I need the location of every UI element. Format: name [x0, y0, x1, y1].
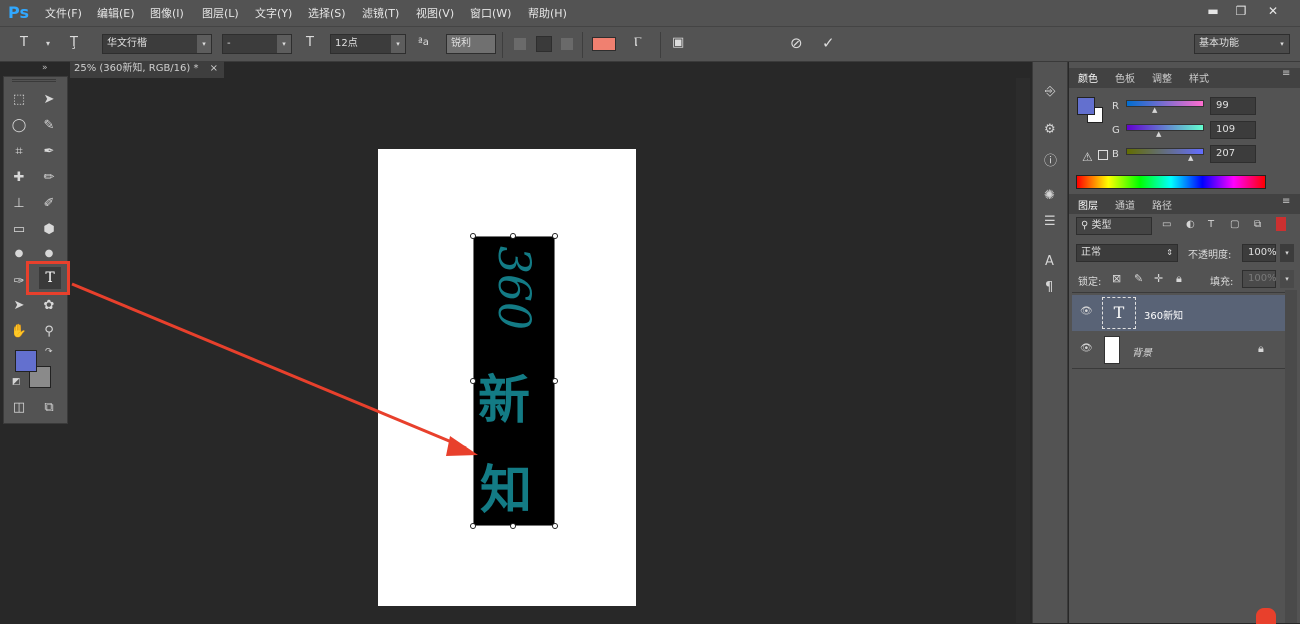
eye-visibility-icon[interactable]: 👁︎ — [1080, 343, 1093, 354]
lock-position-icon[interactable]: ✛ — [1154, 272, 1163, 285]
lock-transparent-icon[interactable]: ⊠ — [1112, 272, 1121, 285]
search-icon: ⚲ — [1081, 220, 1092, 231]
filter-pixel-icon[interactable]: ▭ — [1162, 219, 1171, 230]
layers-panel-tabbar — [1069, 194, 1300, 214]
slider-thumb[interactable]: ▲ — [1152, 106, 1157, 114]
lock-label: 锁定: — [1078, 277, 1102, 288]
green-value-field[interactable]: 109 — [1210, 121, 1256, 139]
filter-type-icon[interactable]: T — [1208, 219, 1214, 230]
panel-menu-icon[interactable]: ≡ — [1282, 196, 1290, 207]
tab-adjustments[interactable]: 调整 — [1152, 70, 1172, 85]
blend-mode-value: 正常 — [1081, 247, 1101, 258]
layer-name[interactable]: 背景 — [1132, 344, 1152, 359]
green-slider[interactable] — [1126, 124, 1204, 131]
red-value-field[interactable]: 99 — [1210, 97, 1256, 115]
paragraph-panel-icon[interactable]: ¶ — [1045, 280, 1053, 295]
filter-adjustment-icon[interactable]: ◐ — [1186, 219, 1195, 230]
green-channel-label: G — [1112, 125, 1120, 136]
panel-foreground-swatch[interactable] — [1077, 97, 1095, 115]
lock-icon: 🔒︎ — [1258, 342, 1264, 355]
arrow-shaft — [71, 282, 467, 450]
character-panel-icon[interactable]: A — [1045, 254, 1054, 269]
info-panel-icon[interactable]: ⓘ — [1044, 150, 1057, 169]
fill-field[interactable]: 100% — [1242, 270, 1277, 288]
tab-color[interactable]: 颜色 — [1078, 70, 1098, 85]
layer-filter-select[interactable]: ⚲ 类型 — [1076, 217, 1152, 235]
opacity-field[interactable]: 100% — [1242, 244, 1277, 262]
adjustments-panel-icon[interactable]: ☰ — [1044, 214, 1056, 229]
fill-label: 填充: — [1210, 277, 1234, 288]
chevron-down-icon: ⇕ — [1166, 248, 1173, 257]
opacity-label: 不透明度: — [1188, 250, 1232, 261]
filter-smart-object-icon[interactable]: ⧉ — [1254, 219, 1261, 230]
divider — [1072, 368, 1285, 369]
red-channel-label: R — [1112, 101, 1119, 112]
tab-swatches[interactable]: 色板 — [1115, 70, 1135, 85]
color-panel-tabbar — [1069, 68, 1300, 88]
red-slider[interactable] — [1126, 100, 1204, 107]
tab-channels[interactable]: 通道 — [1115, 197, 1135, 212]
layer-filter-value: 类型 — [1091, 220, 1112, 231]
color-spectrum-bar[interactable] — [1076, 175, 1266, 189]
properties-panel-icon[interactable]: ⚙ — [1044, 122, 1056, 137]
layer-row-background[interactable]: 👁︎ 背景 🔒︎ — [1072, 332, 1285, 368]
blue-value-field[interactable]: 207 — [1210, 145, 1256, 163]
text-layer-thumbnail-icon: T — [1102, 297, 1136, 329]
arrow-head — [446, 436, 478, 456]
canvas-scrollbar[interactable] — [1016, 78, 1030, 623]
eye-visibility-icon[interactable]: 👁︎ — [1080, 306, 1093, 317]
slider-thumb[interactable]: ▲ — [1188, 154, 1193, 162]
divider — [1072, 292, 1285, 293]
chevron-down-icon[interactable]: ▾ — [1280, 244, 1294, 262]
background-layer-thumbnail — [1104, 336, 1120, 364]
lock-all-icon[interactable]: 🔒︎ — [1176, 272, 1182, 286]
chevron-down-icon[interactable]: ▾ — [1280, 270, 1294, 288]
tab-layers[interactable]: 图层 — [1078, 197, 1098, 212]
lock-image-icon[interactable]: ✎ — [1134, 272, 1143, 285]
layer-name[interactable]: 360新知 — [1144, 307, 1183, 322]
web-safe-icon — [1098, 150, 1108, 160]
history-panel-icon[interactable]: ⎆ — [1045, 84, 1055, 99]
filter-toggle[interactable] — [1276, 217, 1286, 231]
layer-row-text[interactable]: 👁︎ T 360新知 — [1072, 295, 1285, 331]
tab-styles[interactable]: 样式 — [1189, 70, 1209, 85]
collapsed-panel-dock: ⎆ ⚙ ⓘ ✺ ☰ A ¶ — [1032, 62, 1068, 623]
blue-channel-label: B — [1112, 149, 1119, 160]
brush-panel-icon[interactable]: ✺ — [1044, 188, 1055, 203]
blend-mode-select[interactable]: 正常 ⇕ — [1076, 244, 1178, 262]
tab-paths[interactable]: 路径 — [1152, 197, 1172, 212]
layers-scrollbar[interactable] — [1285, 290, 1297, 623]
slider-thumb[interactable]: ▲ — [1156, 130, 1161, 138]
watermark-logo — [1256, 608, 1276, 624]
filter-shape-icon[interactable]: ▢ — [1230, 219, 1239, 230]
panel-menu-icon[interactable]: ≡ — [1282, 68, 1290, 79]
out-of-gamut-icon: ⚠ — [1082, 150, 1093, 164]
